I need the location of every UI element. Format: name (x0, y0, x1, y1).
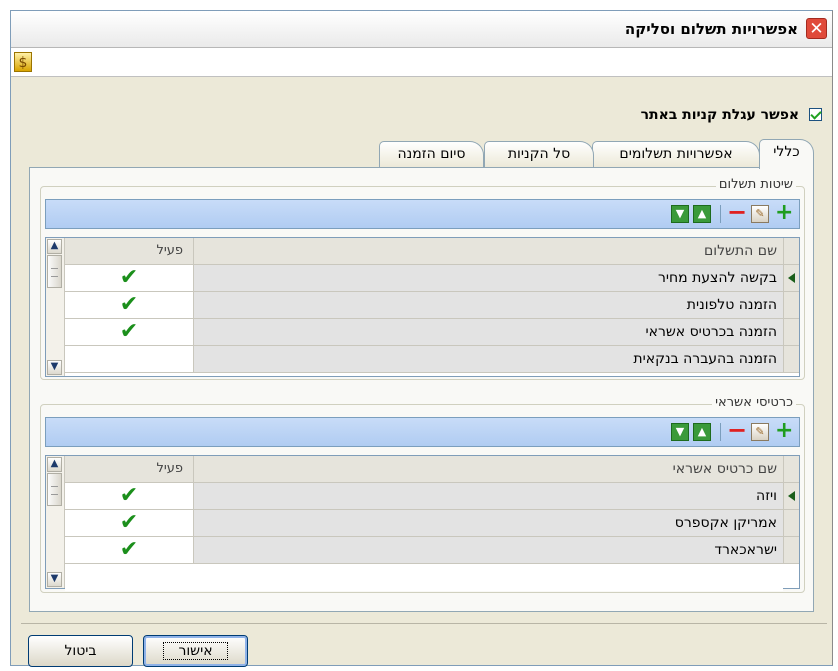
empty-cell (65, 564, 194, 591)
payment-methods-toolbar: + ✎ − ▲ ▼ (45, 199, 800, 229)
name-cell[interactable]: ישראכארד (194, 537, 783, 564)
scroll-thumb[interactable] (47, 255, 62, 288)
table-row[interactable]: ✔ ויזה (65, 483, 799, 510)
credit-cards-group: כרטיסי אשראי + ✎ − ▲ ▼ ▲ ▼ פעיל שם כרטיס… (40, 395, 805, 593)
payment-methods-group: שיטות תשלום + ✎ − ▲ ▼ ▲ ▼ פעיל שם התשלום (40, 177, 805, 380)
row-selector[interactable] (783, 319, 799, 346)
minus-icon[interactable]: − (727, 418, 747, 442)
credit-cards-table: ▲ ▼ פעיל שם כרטיס אשראי ✔ ויזה ✔ אמריקן … (45, 455, 800, 591)
table-row[interactable]: ✔ הזמנה בכרטיס אשראי (65, 319, 799, 346)
active-cell[interactable]: ✔ (65, 510, 194, 537)
table-row[interactable]: ✔ הזמנה טלפונית (65, 292, 799, 319)
footer-divider (21, 623, 827, 624)
name-cell[interactable]: אמריקן אקספרס (194, 510, 783, 537)
vertical-scrollbar[interactable]: ▲ ▼ (46, 238, 65, 376)
tab-order-completion[interactable]: סיום הזמנה (379, 141, 484, 167)
toolbar-separator (720, 205, 721, 223)
edit-icon[interactable]: ✎ (751, 423, 769, 441)
minus-icon[interactable]: − (727, 200, 747, 224)
name-cell[interactable]: הזמנה בכרטיס אשראי (194, 319, 783, 346)
table-header: פעיל שם כרטיס אשראי (65, 456, 799, 483)
row-selector (783, 456, 799, 483)
row-selector[interactable] (783, 483, 799, 510)
active-cell[interactable]: ✔ (65, 319, 194, 346)
arrow-down-icon[interactable]: ▼ (671, 205, 689, 223)
check-icon: ✔ (119, 483, 139, 508)
column-header-name[interactable]: שם התשלום (194, 238, 783, 265)
table-row[interactable]: ✔ אמריקן אקספרס (65, 510, 799, 537)
arrow-up-icon[interactable]: ▲ (693, 205, 711, 223)
tab-payment-options[interactable]: אפשרויות תשלומים (592, 141, 760, 167)
dialog-window: ✕ אפשרויות תשלום וסליקה $ אפשר עגלת קניו… (10, 10, 833, 667)
arrow-up-icon[interactable]: ▲ (693, 423, 711, 441)
tab-panel-general: שיטות תשלום + ✎ − ▲ ▼ ▲ ▼ פעיל שם התשלום (29, 167, 814, 612)
name-cell[interactable]: בקשה להצעת מחיר (194, 265, 783, 292)
title-bar: ✕ אפשרויות תשלום וסליקה (11, 11, 832, 48)
scroll-down-icon[interactable]: ▼ (47, 572, 62, 587)
ok-button[interactable]: אישור (143, 635, 248, 667)
row-selector (783, 238, 799, 265)
column-header-name[interactable]: שם כרטיס אשראי (194, 456, 783, 483)
check-icon: ✔ (119, 319, 139, 344)
top-toolbar: $ (11, 48, 832, 77)
active-cell[interactable] (65, 346, 194, 373)
check-icon: ✔ (119, 292, 139, 317)
current-row-icon (788, 491, 795, 501)
row-selector[interactable] (783, 510, 799, 537)
window-title: אפשרויות תשלום וסליקה (624, 20, 798, 38)
empty-cell (194, 564, 783, 591)
cancel-button[interactable]: ביטול (28, 635, 133, 667)
tab-shopping-cart[interactable]: סל הקניות (484, 141, 594, 167)
close-button[interactable]: ✕ (806, 18, 827, 39)
credit-cards-legend: כרטיסי אשראי (712, 395, 796, 410)
scroll-thumb[interactable] (47, 473, 62, 506)
active-cell[interactable]: ✔ (65, 265, 194, 292)
check-icon: ✔ (119, 537, 139, 562)
credit-cards-toolbar: + ✎ − ▲ ▼ (45, 417, 800, 447)
name-cell[interactable]: הזמנה טלפונית (194, 292, 783, 319)
cancel-button-label: ביטול (64, 643, 97, 659)
payment-methods-table: ▲ ▼ פעיל שם התשלום ✔ בקשה להצעת מחיר ✔ ה… (45, 237, 800, 377)
column-header-active[interactable]: פעיל (65, 456, 194, 483)
current-row-icon (788, 273, 795, 283)
app-toolbar-icon[interactable]: $ (14, 52, 32, 72)
name-cell[interactable]: הזמנה בהעברה בנקאית (194, 346, 783, 373)
enable-cart-option[interactable]: אפשר עגלת קניות באתר (641, 107, 822, 123)
scroll-up-icon[interactable]: ▲ (47, 457, 62, 472)
row-selector[interactable] (783, 292, 799, 319)
scroll-down-icon[interactable]: ▼ (47, 360, 62, 375)
name-cell[interactable]: ויזה (194, 483, 783, 510)
ok-button-label: אישור (163, 642, 228, 660)
active-cell[interactable]: ✔ (65, 483, 194, 510)
column-header-active[interactable]: פעיל (65, 238, 194, 265)
row-selector[interactable] (783, 265, 799, 292)
row-selector[interactable] (783, 537, 799, 564)
table-row[interactable]: ✔ בקשה להצעת מחיר (65, 265, 799, 292)
enable-cart-checkbox[interactable] (809, 108, 822, 121)
table-row[interactable]: ✔ ישראכארד (65, 537, 799, 564)
edit-icon[interactable]: ✎ (751, 205, 769, 223)
toolbar-separator (720, 423, 721, 441)
active-cell[interactable]: ✔ (65, 537, 194, 564)
check-icon: ✔ (119, 265, 139, 290)
payment-methods-legend: שיטות תשלום (715, 177, 796, 192)
tab-strip: כללי אפשרויות תשלומים סל הקניות סיום הזמ… (29, 139, 814, 169)
scroll-up-icon[interactable]: ▲ (47, 239, 62, 254)
check-icon: ✔ (119, 510, 139, 535)
arrow-down-icon[interactable]: ▼ (671, 423, 689, 441)
tab-general[interactable]: כללי (759, 139, 814, 169)
enable-cart-label: אפשר עגלת קניות באתר (640, 107, 800, 123)
plus-icon[interactable]: + (775, 202, 793, 224)
row-selector[interactable] (783, 346, 799, 373)
vertical-scrollbar[interactable]: ▲ ▼ (46, 456, 65, 588)
table-row-empty (65, 564, 799, 591)
table-row[interactable]: הזמנה בהעברה בנקאית (65, 346, 799, 373)
table-header: פעיל שם התשלום (65, 238, 799, 265)
plus-icon[interactable]: + (775, 420, 793, 442)
active-cell[interactable]: ✔ (65, 292, 194, 319)
